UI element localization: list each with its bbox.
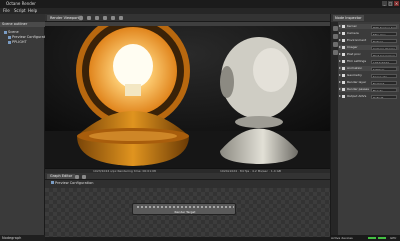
app-title: Octane Render [6,1,36,6]
node-icon [51,181,54,184]
checkbox[interactable] [342,74,345,77]
value-field[interactable]: Path tracing kernel [371,24,397,29]
graph-editor-sub-item[interactable]: Preview Configuration [51,181,93,185]
inspector-row[interactable]: Geometry Scene.obj [339,73,399,78]
value-field[interactable]: Enabled [371,80,397,85]
node-inspector-header: Node Inspector [330,14,400,22]
value-field[interactable]: 1024x1024 [371,59,397,64]
inspector-row[interactable]: Output AOVs Default [339,94,399,99]
camera-icon[interactable] [332,26,338,31]
checkbox[interactable] [342,95,345,98]
value-field[interactable]: Thin lens [371,31,397,36]
pick-icon[interactable] [119,16,123,20]
node-icon [8,35,11,39]
inspector-side-toolbar [330,22,338,237]
value-field[interactable]: Texture [371,38,397,43]
value-field[interactable]: Default [371,94,397,99]
checkbox[interactable] [342,60,345,63]
render-viewport-header: Render Viewport [45,14,330,22]
minimize-button[interactable]: _ [382,1,387,6]
value-field[interactable]: Post processing [371,52,397,57]
node-inspector-body: Kernel Path tracing kernel Camera Thin len… [338,22,400,237]
checkbox[interactable] [342,53,345,56]
scene-outliner-header: Scene outliner [0,22,45,27]
value-field[interactable]: Camera imager [371,45,397,50]
inspector-row[interactable]: Render layer Enabled [339,80,399,85]
inspector-row[interactable]: Film settings 1024x1024 [339,59,399,64]
gpu-label: GPU [390,236,397,240]
pause-icon[interactable] [95,16,99,20]
value-field[interactable]: Settings [371,66,397,71]
menu-help[interactable]: Help [28,8,37,13]
kernel-icon[interactable] [332,50,338,55]
node-input-pins[interactable] [136,205,234,209]
scene-outliner-panel: Scene outliner Scene Preview Configurati… [0,22,50,237]
render-scene [45,26,330,168]
tab-render-viewport[interactable]: Render Viewport [47,15,83,21]
device-usage-bar-2 [378,237,386,239]
inspector-row[interactable]: Camera Thin lens [339,31,399,36]
tree-item-pplight[interactable]: PPLIGHT [8,40,27,44]
graph-editor-subbar: Preview Configuration [45,180,330,188]
tab-node-inspector[interactable]: Node Inspector [333,15,364,21]
refresh-icon[interactable] [87,16,91,20]
scene-icon [4,30,7,34]
active-devices-label: Active devices [331,236,353,240]
camera-icon[interactable] [79,16,83,20]
inspector-row[interactable]: Render passes Beauty [339,87,399,92]
inspector-row[interactable]: Animation Settings [339,66,399,71]
tree-item-scene[interactable]: Scene [4,30,19,34]
imager-icon[interactable] [332,42,338,47]
inspector-row[interactable]: Environment Texture [339,38,399,43]
left-bottom-tab[interactable]: Nodegraph [0,235,45,241]
node-label: Render Target [174,210,196,214]
device-usage-bar [368,237,376,239]
graph-tool-icon[interactable] [75,174,79,179]
checkbox[interactable] [342,46,345,49]
checkbox[interactable] [342,32,345,35]
node-icon [8,40,11,44]
white-lamp [220,37,298,164]
checkbox[interactable] [342,39,345,42]
checkbox[interactable] [342,88,345,91]
orange-lamp [76,26,190,166]
title-bar: Octane Render _ □ × [0,0,400,8]
menu-file[interactable]: File [3,8,10,13]
inspector-row[interactable]: Imager Camera imager [339,45,399,50]
checkbox[interactable] [342,67,345,70]
checkbox[interactable] [342,81,345,84]
value-field[interactable]: Beauty [371,87,397,92]
inspector-row[interactable]: Post proc Post processing [339,52,399,57]
menu-script[interactable]: Script [14,8,26,13]
render-target-node[interactable]: Render Target [132,203,236,215]
graph-editor-header: Graph Editor [45,173,330,180]
inspector-row[interactable]: Kernel Path tracing kernel [339,24,399,29]
tab-graph-editor[interactable]: Graph Editor [47,174,76,179]
lock-icon[interactable] [111,16,115,20]
environment-icon[interactable] [332,34,338,39]
device-status-bar: Active devices GPU [330,235,400,241]
close-button[interactable]: × [394,1,399,6]
checkbox[interactable] [342,25,345,28]
maximize-button[interactable]: □ [388,1,393,6]
value-field[interactable]: Scene.obj [371,73,397,78]
stop-icon[interactable] [103,16,107,20]
left-toolbar [0,14,45,22]
graph-tool-icon-2[interactable] [82,174,86,179]
render-image[interactable] [45,26,330,168]
